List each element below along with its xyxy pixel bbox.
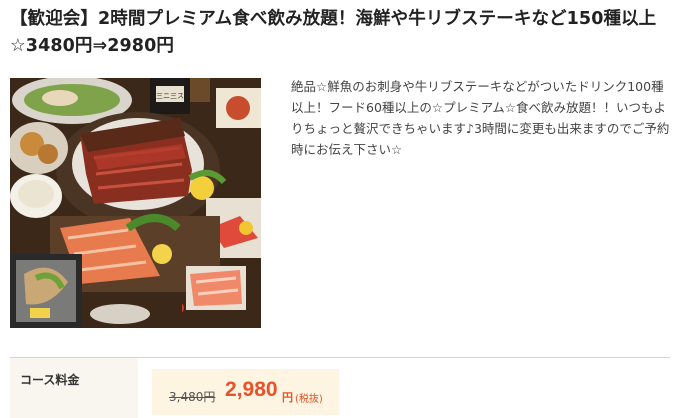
course-fee-label: コース料金 [20, 373, 80, 387]
course-title: 【歓迎会】2時間プレミアム食べ飲み放題！海鮮や牛リブステーキなど150種以上☆3… [10, 9, 657, 56]
sale-price: 2,980 [225, 378, 278, 401]
original-price: 3,480円 [169, 390, 216, 404]
price-unit: 円 [282, 391, 293, 404]
tax-note: (税抜) [295, 394, 323, 405]
bottle-label: 三ニ三ス [156, 92, 184, 100]
course-photo: 三ニ三ス [10, 78, 261, 328]
course-fee-label-cell: コース料金 [10, 358, 138, 418]
course-description: 絶品☆鮮魚のお刺身や牛リブステーキなどがついたドリンク100種以上！フード60種… [291, 79, 670, 157]
price-box: 3,480円 2,980 円 (税抜) [152, 369, 339, 415]
